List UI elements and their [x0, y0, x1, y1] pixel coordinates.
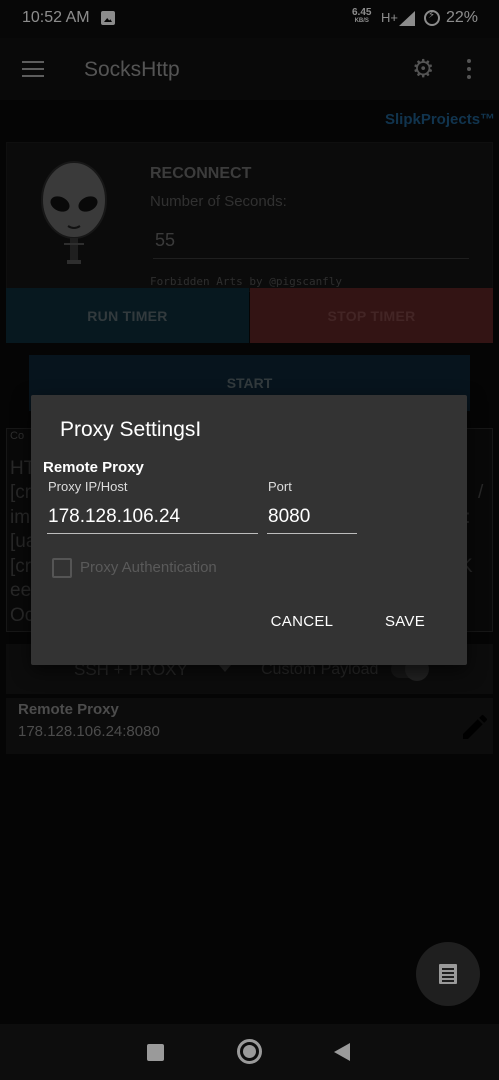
proxy-auth-label: Proxy Authentication [80, 559, 217, 576]
proxy-host-label: Proxy IP/Host [48, 479, 128, 494]
log-icon [439, 964, 457, 984]
save-button[interactable]: SAVE [372, 613, 438, 639]
back-icon[interactable] [334, 1043, 350, 1061]
home-icon[interactable] [237, 1039, 262, 1064]
proxy-port-input[interactable]: 8080 [267, 503, 357, 534]
cancel-button[interactable]: CANCEL [262, 613, 342, 639]
proxy-auth-checkbox[interactable] [52, 558, 72, 578]
proxy-port-label: Port [268, 479, 292, 494]
proxy-host-input[interactable]: 178.128.106.24 [47, 503, 258, 534]
dialog-title: Proxy SettingsI [60, 418, 202, 441]
recents-icon[interactable] [147, 1044, 164, 1061]
dialog-section-title: Remote Proxy [43, 459, 144, 476]
